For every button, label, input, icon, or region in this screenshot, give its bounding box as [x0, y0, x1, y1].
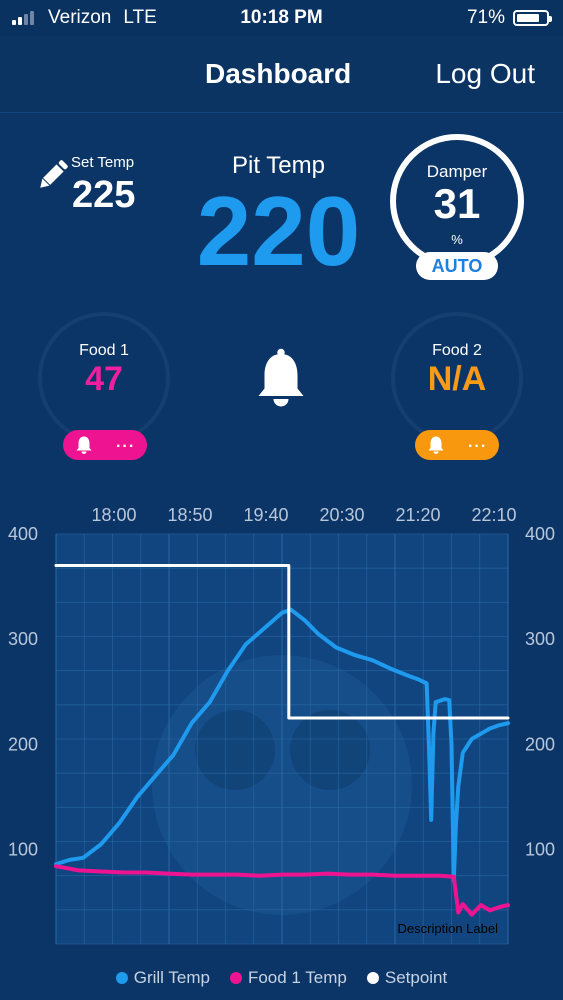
- bell-icon: [76, 436, 92, 454]
- status-bar: Verizon LTE 10:18 PM 71%: [0, 0, 563, 36]
- legend-dot-food1: [229, 972, 242, 984]
- battery-percent: 71%: [466, 7, 505, 28]
- legend-label-setpoint: Setpoint: [384, 968, 448, 987]
- food1-alarm-button[interactable]: ...: [63, 430, 147, 460]
- legend-item-grill: Grill Temp: [115, 968, 210, 988]
- food2-alarm-button[interactable]: ...: [415, 430, 499, 460]
- page-title: Dashboard: [205, 58, 352, 89]
- alarm-bell-icon[interactable]: [254, 348, 308, 408]
- food2-probe[interactable]: Food 2 N/A: [391, 312, 523, 444]
- food2-label: Food 2: [432, 342, 482, 359]
- mascot-eye-right: [290, 710, 370, 790]
- legend-dot-setpoint: [366, 972, 379, 984]
- y-tick-label-right: 400: [525, 524, 555, 544]
- x-tick-label: 20:30: [319, 505, 364, 525]
- temperature-chart[interactable]: 18:00 18:50 19:40 20:30 21:20 22:10 400 400 300 3…: [0, 490, 563, 960]
- legend-item-setpoint: Setpoint: [366, 968, 448, 988]
- food2-value: N/A: [427, 360, 487, 398]
- y-tick-label-left: 200: [8, 734, 38, 754]
- food1-menu-label: ...: [115, 434, 136, 451]
- x-tick-label: 19:40: [243, 505, 288, 525]
- legend-item-food1: Food 1 Temp: [229, 968, 347, 988]
- food1-value: 47: [85, 360, 123, 398]
- y-tick-label-left: 100: [8, 839, 38, 859]
- food1-probe[interactable]: Food 1 47: [38, 312, 170, 444]
- legend-dot-grill: [115, 972, 128, 984]
- description-label: Description Label: [398, 921, 499, 936]
- damper-label: Damper: [426, 162, 488, 181]
- x-tick-label: 21:20: [395, 505, 440, 525]
- y-tick-label-left: 300: [8, 629, 38, 649]
- legend-label-grill: Grill Temp: [133, 968, 210, 987]
- food1-label: Food 1: [79, 342, 129, 359]
- x-tick-label: 18:00: [91, 505, 136, 525]
- logout-button[interactable]: Log Out: [435, 58, 535, 90]
- nav-bar: Dashboard Log Out: [0, 36, 563, 113]
- y-tick-label-right: 200: [525, 734, 555, 754]
- x-tick-label: 22:10: [471, 505, 516, 525]
- damper-unit: %: [451, 232, 463, 247]
- chart-legend: Grill Temp Food 1 Temp Setpoint: [0, 968, 563, 988]
- battery-icon: [513, 10, 552, 26]
- y-tick-label-right: 300: [525, 629, 555, 649]
- food2-menu-label: ...: [467, 434, 488, 451]
- chart-svg[interactable]: 18:00 18:50 19:40 20:30 21:20 22:10 400 400 300 3…: [0, 490, 563, 960]
- x-tick-label: 18:50: [167, 505, 212, 525]
- damper-value: 31: [433, 180, 481, 227]
- y-tick-label-right: 100: [525, 839, 555, 859]
- mascot-eye-left: [195, 710, 275, 790]
- damper-gauge[interactable]: Damper 31 %: [390, 134, 524, 268]
- y-tick-label-left: 400: [8, 524, 38, 544]
- legend-label-food1: Food 1 Temp: [247, 968, 347, 987]
- bell-icon: [428, 436, 444, 454]
- damper-auto-badge[interactable]: AUTO: [416, 252, 498, 280]
- battery-info: 71%: [466, 7, 552, 29]
